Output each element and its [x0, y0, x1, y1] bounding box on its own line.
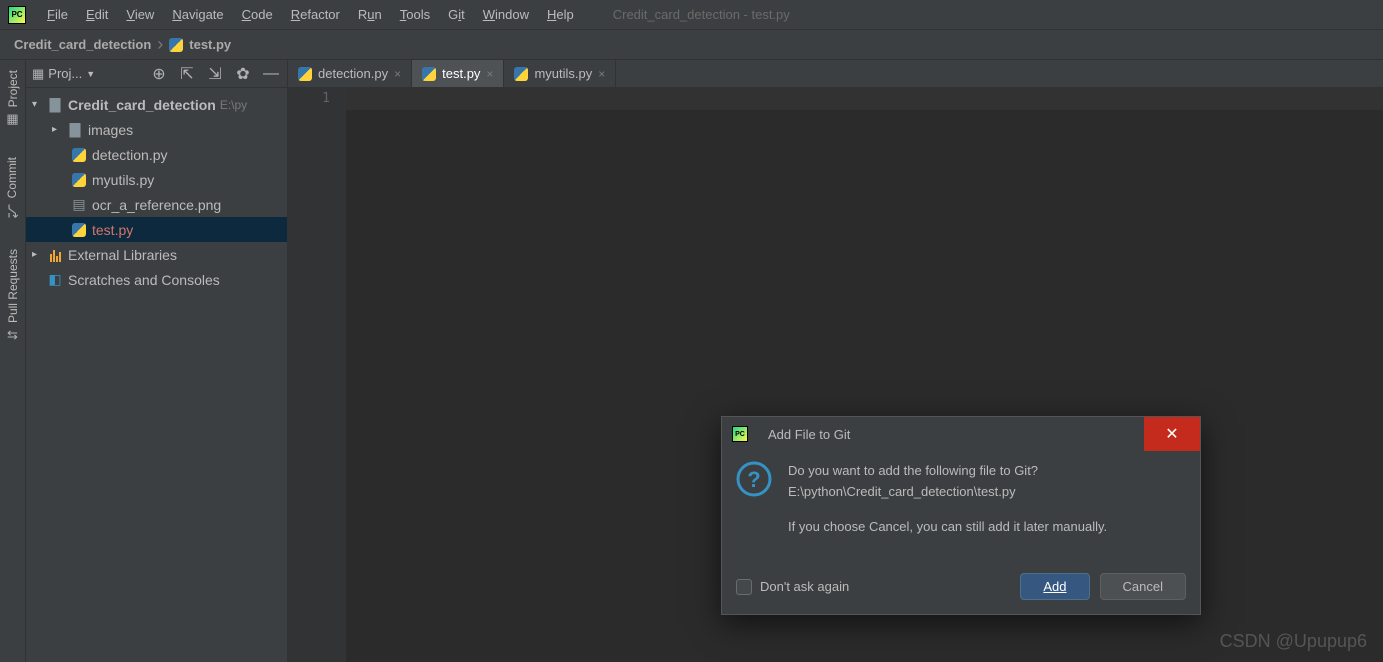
- tree-scratches[interactable]: ◧ Scratches and Consoles: [26, 267, 287, 292]
- project-tree: ▾ ▇ Credit_card_detection E:\py ▸ ▇ imag…: [26, 88, 287, 292]
- commit-icon: ⎇: [4, 203, 20, 218]
- breadcrumb-root[interactable]: Credit_card_detection: [14, 37, 151, 52]
- tab-myutils[interactable]: myutils.py ×: [504, 60, 616, 87]
- dont-ask-label: Don't ask again: [760, 579, 849, 594]
- python-file-icon: [169, 38, 183, 52]
- python-file-icon: [70, 148, 88, 162]
- menu-window[interactable]: Window: [474, 0, 538, 29]
- tree-file-label: test.py: [92, 222, 133, 238]
- folder-icon: ▇: [66, 121, 84, 138]
- dialog-titlebar[interactable]: PC Add File to Git ✕: [722, 417, 1200, 451]
- tree-external-label: External Libraries: [68, 247, 177, 263]
- tree-folder-images[interactable]: ▸ ▇ images: [26, 117, 287, 142]
- menu-view[interactable]: View: [117, 0, 163, 29]
- cancel-button[interactable]: Cancel: [1100, 573, 1186, 600]
- pycharm-icon: PC: [732, 426, 748, 442]
- close-icon: ✕: [1165, 424, 1178, 444]
- tree-root[interactable]: ▾ ▇ Credit_card_detection E:\py: [26, 92, 287, 117]
- hide-icon[interactable]: —: [261, 64, 281, 84]
- tab-test[interactable]: test.py ×: [412, 60, 504, 87]
- project-panel: ▦ Proj... ▼ ⊕ ⇱ ⇲ ✿ — ▾ ▇ Credit_card_de…: [26, 60, 288, 662]
- locate-icon[interactable]: ⊕: [149, 64, 169, 84]
- image-file-icon: ▤: [70, 196, 88, 213]
- gutter-tab-commit[interactable]: Commit: [5, 157, 19, 198]
- breadcrumb-separator-icon: ›: [157, 34, 163, 55]
- close-icon[interactable]: ×: [598, 67, 605, 81]
- menu-help[interactable]: Help: [538, 0, 583, 29]
- dont-ask-checkbox[interactable]: Don't ask again: [736, 579, 849, 595]
- menu-navigate[interactable]: Navigate: [163, 0, 232, 29]
- add-button-label: Add: [1043, 579, 1066, 594]
- menu-run[interactable]: Run: [349, 0, 391, 29]
- tree-file-ocr-ref[interactable]: ▤ ocr_a_reference.png: [26, 192, 287, 217]
- tree-file-myutils[interactable]: myutils.py: [26, 167, 287, 192]
- dialog-close-button[interactable]: ✕: [1144, 417, 1200, 451]
- expand-all-icon[interactable]: ⇱: [177, 64, 197, 84]
- tree-file-detection[interactable]: detection.py: [26, 142, 287, 167]
- tree-external-libs[interactable]: ▸ External Libraries: [26, 242, 287, 267]
- watermark: CSDN @Upupup6: [1220, 631, 1367, 652]
- window-title: Credit_card_detection - test.py: [613, 7, 790, 22]
- tree-root-label: Credit_card_detection: [68, 97, 216, 113]
- project-panel-icon: ▦: [32, 66, 44, 82]
- tab-label: detection.py: [318, 66, 388, 81]
- dialog-title-text: Add File to Git: [768, 427, 850, 442]
- tab-detection[interactable]: detection.py ×: [288, 60, 412, 87]
- chevron-right-icon[interactable]: ▸: [52, 124, 66, 135]
- tree-root-path: E:\py: [220, 98, 247, 112]
- menu-code[interactable]: Code: [233, 0, 282, 29]
- dropdown-icon[interactable]: ▼: [86, 69, 95, 79]
- dialog-file-path: E:\python\Credit_card_detection\test.py: [788, 484, 1016, 499]
- line-gutter: 1: [288, 88, 346, 662]
- python-file-icon: [422, 67, 436, 81]
- scratches-icon: ◧: [46, 271, 64, 288]
- gutter-tab-project[interactable]: Project: [6, 70, 20, 107]
- project-panel-header: ▦ Proj... ▼ ⊕ ⇱ ⇲ ✿ —: [26, 60, 287, 88]
- python-file-icon: [298, 67, 312, 81]
- python-file-icon: [70, 173, 88, 187]
- folder-icon: ▇: [46, 96, 64, 113]
- tree-scratches-label: Scratches and Consoles: [68, 272, 220, 288]
- close-icon[interactable]: ×: [394, 67, 401, 81]
- chevron-down-icon[interactable]: ▾: [32, 99, 46, 110]
- pull-request-icon: ⇆: [7, 327, 18, 343]
- breadcrumb-file[interactable]: test.py: [189, 37, 231, 52]
- git-add-dialog: PC Add File to Git ✕ ? Do you want to ad…: [721, 416, 1201, 615]
- line-number: 1: [288, 91, 330, 106]
- menu-edit[interactable]: Edit: [77, 0, 117, 29]
- menu-bar: PC File Edit View Navigate Code Refactor…: [0, 0, 1383, 30]
- breadcrumb-bar: Credit_card_detection › test.py: [0, 30, 1383, 60]
- question-icon: ?: [736, 461, 772, 551]
- chevron-right-icon[interactable]: ▸: [32, 249, 46, 260]
- menu-git[interactable]: Git: [439, 0, 474, 29]
- svg-text:?: ?: [747, 467, 760, 492]
- left-tool-gutter: Project ▦ Commit ⎇ Pull Requests ⇆: [0, 60, 26, 662]
- pycharm-icon: PC: [8, 6, 26, 24]
- add-button[interactable]: Add: [1020, 573, 1089, 600]
- menu-file[interactable]: File: [38, 0, 77, 29]
- dialog-question: Do you want to add the following file to…: [788, 463, 1038, 478]
- gutter-tab-pull-requests[interactable]: Pull Requests: [6, 249, 20, 323]
- tree-folder-label: images: [88, 122, 133, 138]
- tab-label: test.py: [442, 66, 480, 81]
- settings-icon[interactable]: ✿: [233, 64, 253, 84]
- menu-refactor[interactable]: Refactor: [282, 0, 349, 29]
- tree-file-label: ocr_a_reference.png: [92, 197, 221, 213]
- tree-file-test[interactable]: test.py: [26, 217, 287, 242]
- close-icon[interactable]: ×: [486, 67, 493, 81]
- tree-file-label: detection.py: [92, 147, 168, 163]
- dialog-hint: If you choose Cancel, you can still add …: [788, 517, 1107, 538]
- tab-label: myutils.py: [534, 66, 592, 81]
- python-file-icon: [514, 67, 528, 81]
- project-icon: ▦: [6, 111, 18, 127]
- library-icon: [46, 248, 64, 262]
- project-panel-title[interactable]: Proj...: [48, 66, 82, 81]
- tree-file-label: myutils.py: [92, 172, 154, 188]
- editor-tabs: detection.py × test.py × myutils.py ×: [288, 60, 1383, 88]
- checkbox-icon: [736, 579, 752, 595]
- menu-tools[interactable]: Tools: [391, 0, 439, 29]
- collapse-all-icon[interactable]: ⇲: [205, 64, 225, 84]
- python-file-icon: [70, 223, 88, 237]
